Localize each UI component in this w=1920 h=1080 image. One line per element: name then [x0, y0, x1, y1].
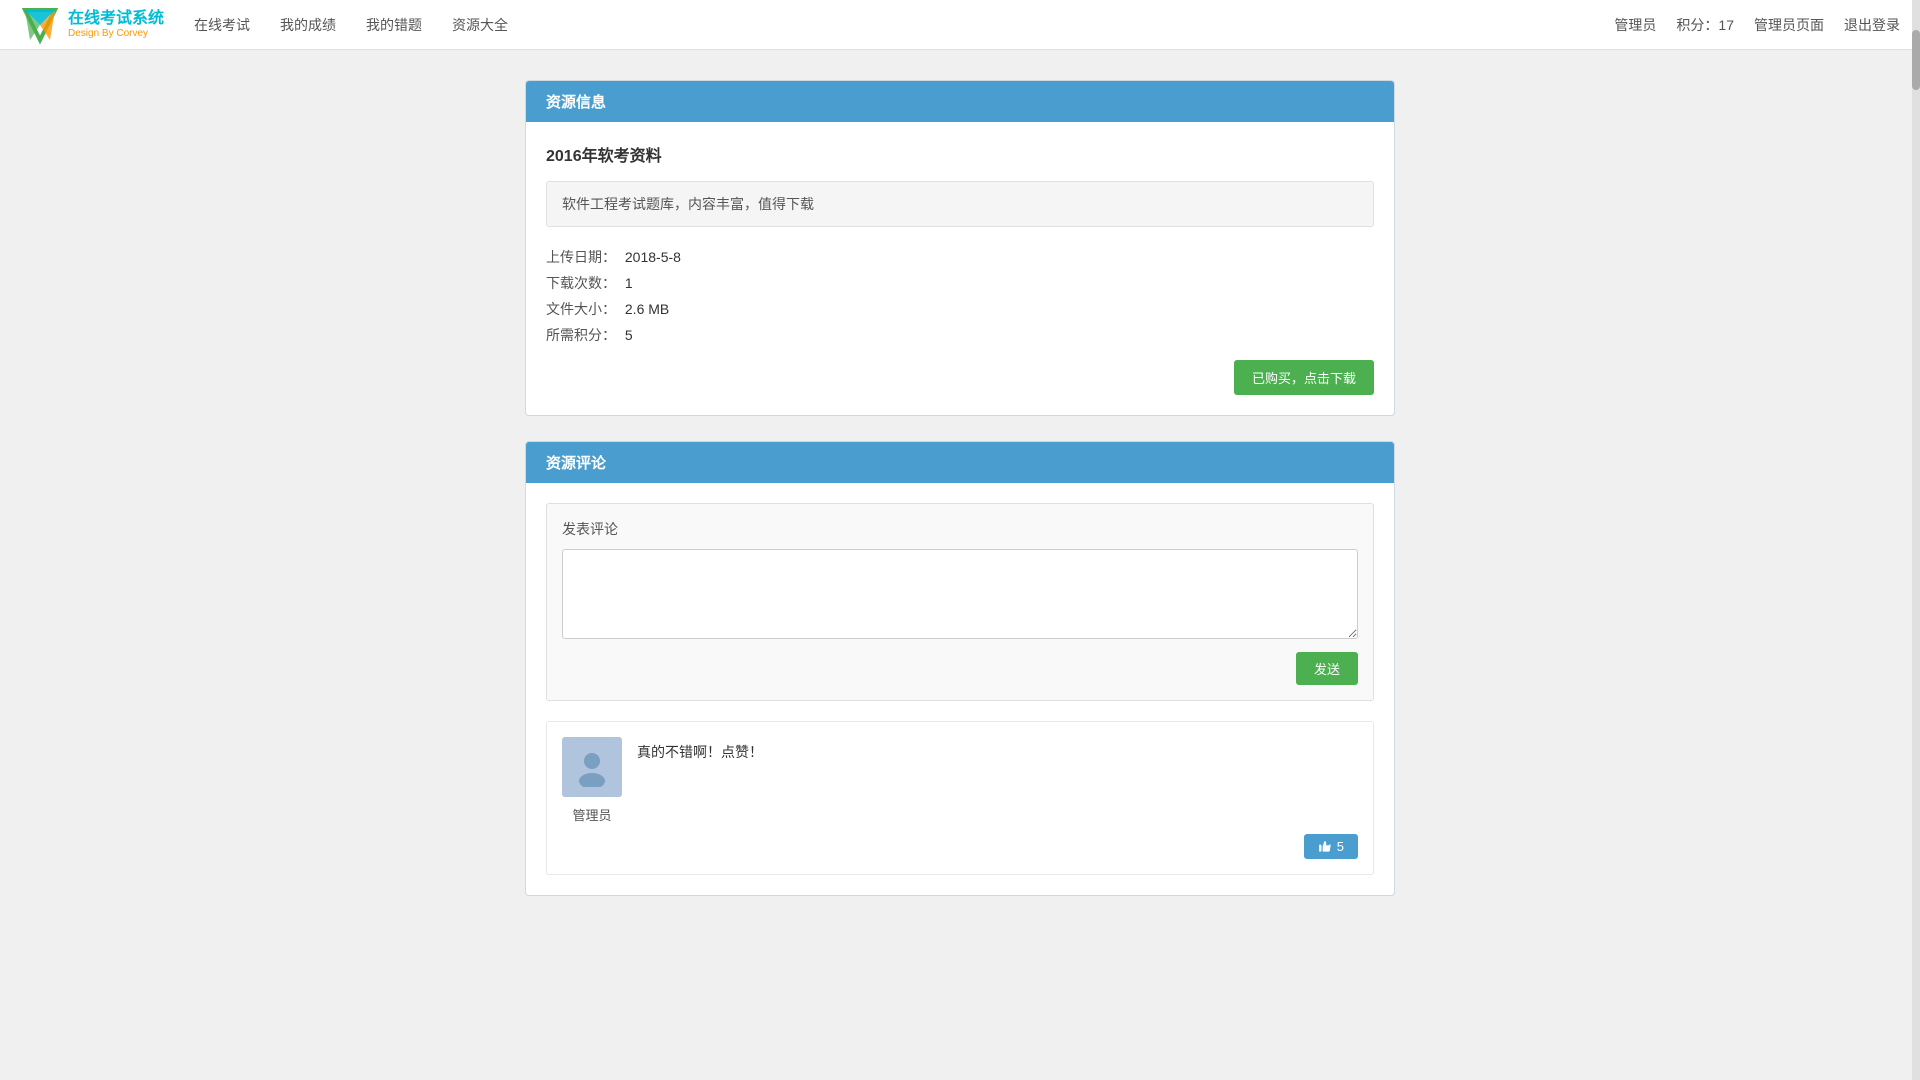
- navbar: 在线考试系统 Design By Corvey 在线考试 我的成绩 我的错题 资…: [0, 0, 1920, 50]
- scrollbar-thumb[interactable]: [1912, 30, 1920, 90]
- navbar-right: 管理员 积分：17 管理员页面 退出登录: [1614, 15, 1900, 35]
- file-size-row: 文件大小： 2.6 MB: [546, 299, 1374, 319]
- comment-textarea[interactable]: [562, 549, 1358, 639]
- resource-description: 软件工程考试题库，内容丰富，值得下载: [546, 181, 1374, 227]
- avatar-icon: [572, 747, 612, 787]
- comment-avatar: [562, 737, 622, 797]
- logo-title: 在线考试系统: [68, 10, 164, 28]
- comment-user-col: 管理员: [562, 737, 622, 824]
- resource-info-header: 资源信息: [526, 81, 1394, 122]
- resource-info-body: 2016年软考资料 软件工程考试题库，内容丰富，值得下载 上传日期： 2018-…: [526, 122, 1394, 415]
- resource-info-card: 资源信息 2016年软考资料 软件工程考试题库，内容丰富，值得下载 上传日期： …: [525, 80, 1395, 416]
- resource-comment-header: 资源评论: [526, 442, 1394, 483]
- post-comment-label: 发表评论: [562, 519, 1358, 539]
- points-label: 积分：: [1676, 17, 1718, 33]
- file-size-label: 文件大小：: [546, 301, 616, 317]
- points-needed-value: 5: [625, 327, 633, 343]
- logo-icon: [20, 5, 60, 45]
- comment-post-box: 发表评论 发送: [546, 503, 1374, 701]
- points-value: 17: [1718, 17, 1734, 33]
- nav-item-resources[interactable]: 资源大全: [452, 10, 508, 40]
- resource-comment-body: 发表评论 发送: [526, 483, 1394, 895]
- comment-right: 真的不错啊！点赞！: [637, 737, 1358, 770]
- upload-date-label: 上传日期：: [546, 249, 616, 265]
- points-display: 积分：17: [1676, 15, 1734, 35]
- nav-item-my-scores[interactable]: 我的成绩: [280, 10, 336, 40]
- file-size-value: 2.6 MB: [625, 301, 669, 317]
- comment-text: 真的不错啊！点赞！: [637, 742, 1358, 762]
- nav-item-online-exam[interactable]: 在线考试: [194, 10, 250, 40]
- send-comment-button[interactable]: 发送: [1296, 652, 1358, 685]
- comment-item: 管理员 真的不错啊！点赞！ 5: [546, 721, 1374, 875]
- user-name: 管理员: [1614, 15, 1656, 35]
- download-count-row: 下载次数： 1: [546, 273, 1374, 293]
- resource-actions: 已购买，点击下载: [546, 360, 1374, 395]
- points-needed-label: 所需积分：: [546, 327, 616, 343]
- download-count-label: 下载次数：: [546, 275, 616, 291]
- page-scrollbar[interactable]: [1912, 0, 1920, 1080]
- upload-date-value: 2018-5-8: [625, 249, 681, 265]
- like-button[interactable]: 5: [1304, 834, 1358, 859]
- resource-title: 2016年软考资料: [546, 142, 1374, 166]
- admin-page-link[interactable]: 管理员页面: [1754, 15, 1824, 35]
- nav-item-my-mistakes[interactable]: 我的错题: [366, 10, 422, 40]
- comment-user-row: 管理员 真的不错啊！点赞！: [562, 737, 1358, 824]
- logo[interactable]: 在线考试系统 Design By Corvey: [20, 5, 164, 45]
- logout-link[interactable]: 退出登录: [1844, 15, 1900, 35]
- logo-text: 在线考试系统 Design By Corvey: [68, 10, 164, 39]
- comment-username: 管理员: [572, 805, 611, 824]
- thumbs-up-icon: [1318, 840, 1332, 854]
- logo-subtitle: Design By Corvey: [68, 28, 164, 39]
- download-count-value: 1: [625, 275, 633, 291]
- comment-like-row: 5: [562, 834, 1358, 859]
- comment-post-actions: 发送: [562, 652, 1358, 685]
- upload-date-row: 上传日期： 2018-5-8: [546, 247, 1374, 267]
- main-content: 资源信息 2016年软考资料 软件工程考试题库，内容丰富，值得下载 上传日期： …: [510, 80, 1410, 896]
- like-count: 5: [1337, 839, 1344, 854]
- download-button[interactable]: 已购买，点击下载: [1234, 360, 1374, 395]
- nav-links: 在线考试 我的成绩 我的错题 资源大全: [194, 10, 508, 40]
- points-needed-row: 所需积分： 5: [546, 325, 1374, 345]
- resource-comment-card: 资源评论 发表评论 发送: [525, 441, 1395, 896]
